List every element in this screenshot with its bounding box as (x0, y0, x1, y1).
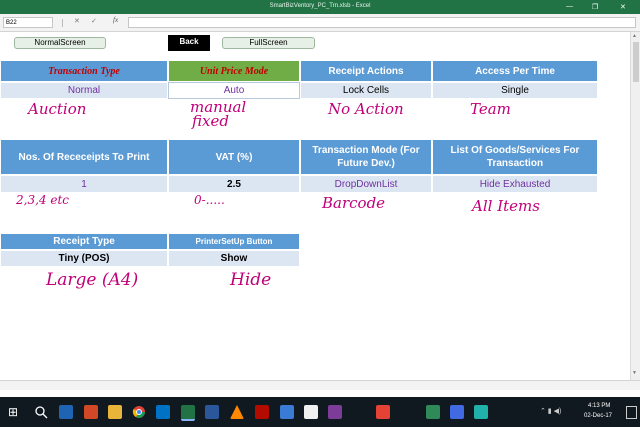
note-team: Team (470, 100, 511, 118)
insert-function-icon[interactable]: fx (113, 16, 118, 24)
vat-value[interactable]: 2.5 (168, 175, 300, 193)
explorer-icon[interactable] (280, 405, 294, 419)
note-no-action: No Action (328, 100, 404, 118)
transaction-type-value[interactable]: Normal (0, 82, 168, 99)
search-icon[interactable] (34, 405, 48, 419)
clock-time[interactable]: 4:13 PM (588, 403, 610, 409)
unit-price-mode-value[interactable]: Auto (168, 82, 300, 99)
powerpoint-icon[interactable] (84, 405, 98, 419)
vlc-icon[interactable] (230, 405, 244, 419)
printer-setup-value[interactable]: Show (168, 250, 300, 267)
folder-icon[interactable] (108, 405, 122, 419)
header-unit-price-mode: Unit Price Mode (168, 60, 300, 82)
app3-icon[interactable] (450, 405, 464, 419)
note-barcode: Barcode (322, 194, 386, 212)
header-receipts-to-print: Nos. Of Receceipts To Print (0, 139, 168, 175)
clock-date[interactable]: 02-Dec-17 (584, 413, 612, 419)
taskbar: ⊞ ⌃ ▮ ◀) 4:13 PM 02-Dec-17 (0, 397, 640, 427)
note-large-a4: Large (A4) (46, 270, 139, 290)
header-list-of-goods: List Of Goods/Services For Transaction (432, 139, 598, 175)
header-access-per-time: Access Per Time (432, 60, 598, 82)
header-vat: VAT (%) (168, 139, 300, 175)
scroll-thumb[interactable] (633, 42, 639, 82)
formula-input[interactable] (128, 17, 636, 28)
note-2-3-4-etc: 2,3,4 etc (16, 193, 69, 207)
notepad-icon[interactable] (304, 405, 318, 419)
scroll-up-icon[interactable]: ▲ (632, 33, 637, 39)
receipt-actions-value[interactable]: Lock Cells (300, 82, 432, 99)
acrobat-icon[interactable] (255, 405, 269, 419)
title-bar: SmartBizVentory_PC_Trn.xlsb - Excel — ❐ … (0, 0, 640, 14)
access-per-time-value[interactable]: Single (432, 82, 598, 99)
tray-icons[interactable]: ⌃ ▮ ◀) (540, 407, 561, 415)
notification-icon[interactable] (626, 406, 637, 419)
word-icon[interactable] (205, 405, 219, 419)
window-title: SmartBizVentory_PC_Trn.xlsb - Excel (269, 3, 371, 9)
header-transaction-mode: Transaction Mode (For Future Dev.) (300, 139, 432, 175)
app-icon[interactable] (328, 405, 342, 419)
note-zero-dots: 0-..... (194, 193, 225, 207)
formula-separator (62, 19, 63, 27)
vertical-scrollbar[interactable]: ▲ ▼ (630, 32, 640, 380)
normal-screen-button[interactable]: NormalScreen (14, 37, 106, 49)
full-screen-button[interactable]: FullScreen (222, 37, 315, 49)
note-all-items: All Items (472, 197, 540, 215)
app2-icon[interactable] (426, 405, 440, 419)
close-button[interactable]: ✕ (620, 3, 626, 11)
header-receipt-actions: Receipt Actions (300, 60, 432, 82)
excel-icon[interactable] (181, 405, 195, 421)
header-receipt-type: Receipt Type (0, 233, 168, 250)
list-of-goods-value[interactable]: Hide Exhausted (432, 175, 598, 193)
note-auction: Auction (28, 100, 87, 118)
note-fixed: fixed (192, 112, 229, 130)
sheet-tabs-bar[interactable] (0, 380, 640, 390)
pdf-icon[interactable] (376, 405, 390, 419)
back-button[interactable]: Back (168, 35, 210, 51)
receipts-to-print-value[interactable]: 1 (0, 175, 168, 193)
store-icon[interactable] (59, 405, 73, 419)
cancel-icon[interactable]: ✕ (74, 17, 80, 25)
scroll-down-icon[interactable]: ▼ (632, 370, 637, 376)
header-printer-setup-button: PrinterSetUp Button (168, 233, 300, 250)
receipt-type-value[interactable]: Tiny (POS) (0, 250, 168, 267)
header-transaction-type: Transaction Type (0, 60, 168, 82)
app4-icon[interactable] (474, 405, 488, 419)
status-gap (0, 390, 640, 397)
note-hide: Hide (230, 270, 272, 290)
minimize-button[interactable]: — (566, 3, 573, 10)
enter-icon[interactable]: ✓ (91, 17, 97, 25)
chrome-icon[interactable] (132, 405, 146, 419)
name-box[interactable]: B22 (3, 17, 53, 28)
restore-button[interactable]: ❐ (592, 3, 598, 11)
outlook-icon[interactable] (156, 405, 170, 419)
windows-start-icon[interactable]: ⊞ (8, 405, 22, 419)
transaction-mode-value[interactable]: DropDownList (300, 175, 432, 193)
